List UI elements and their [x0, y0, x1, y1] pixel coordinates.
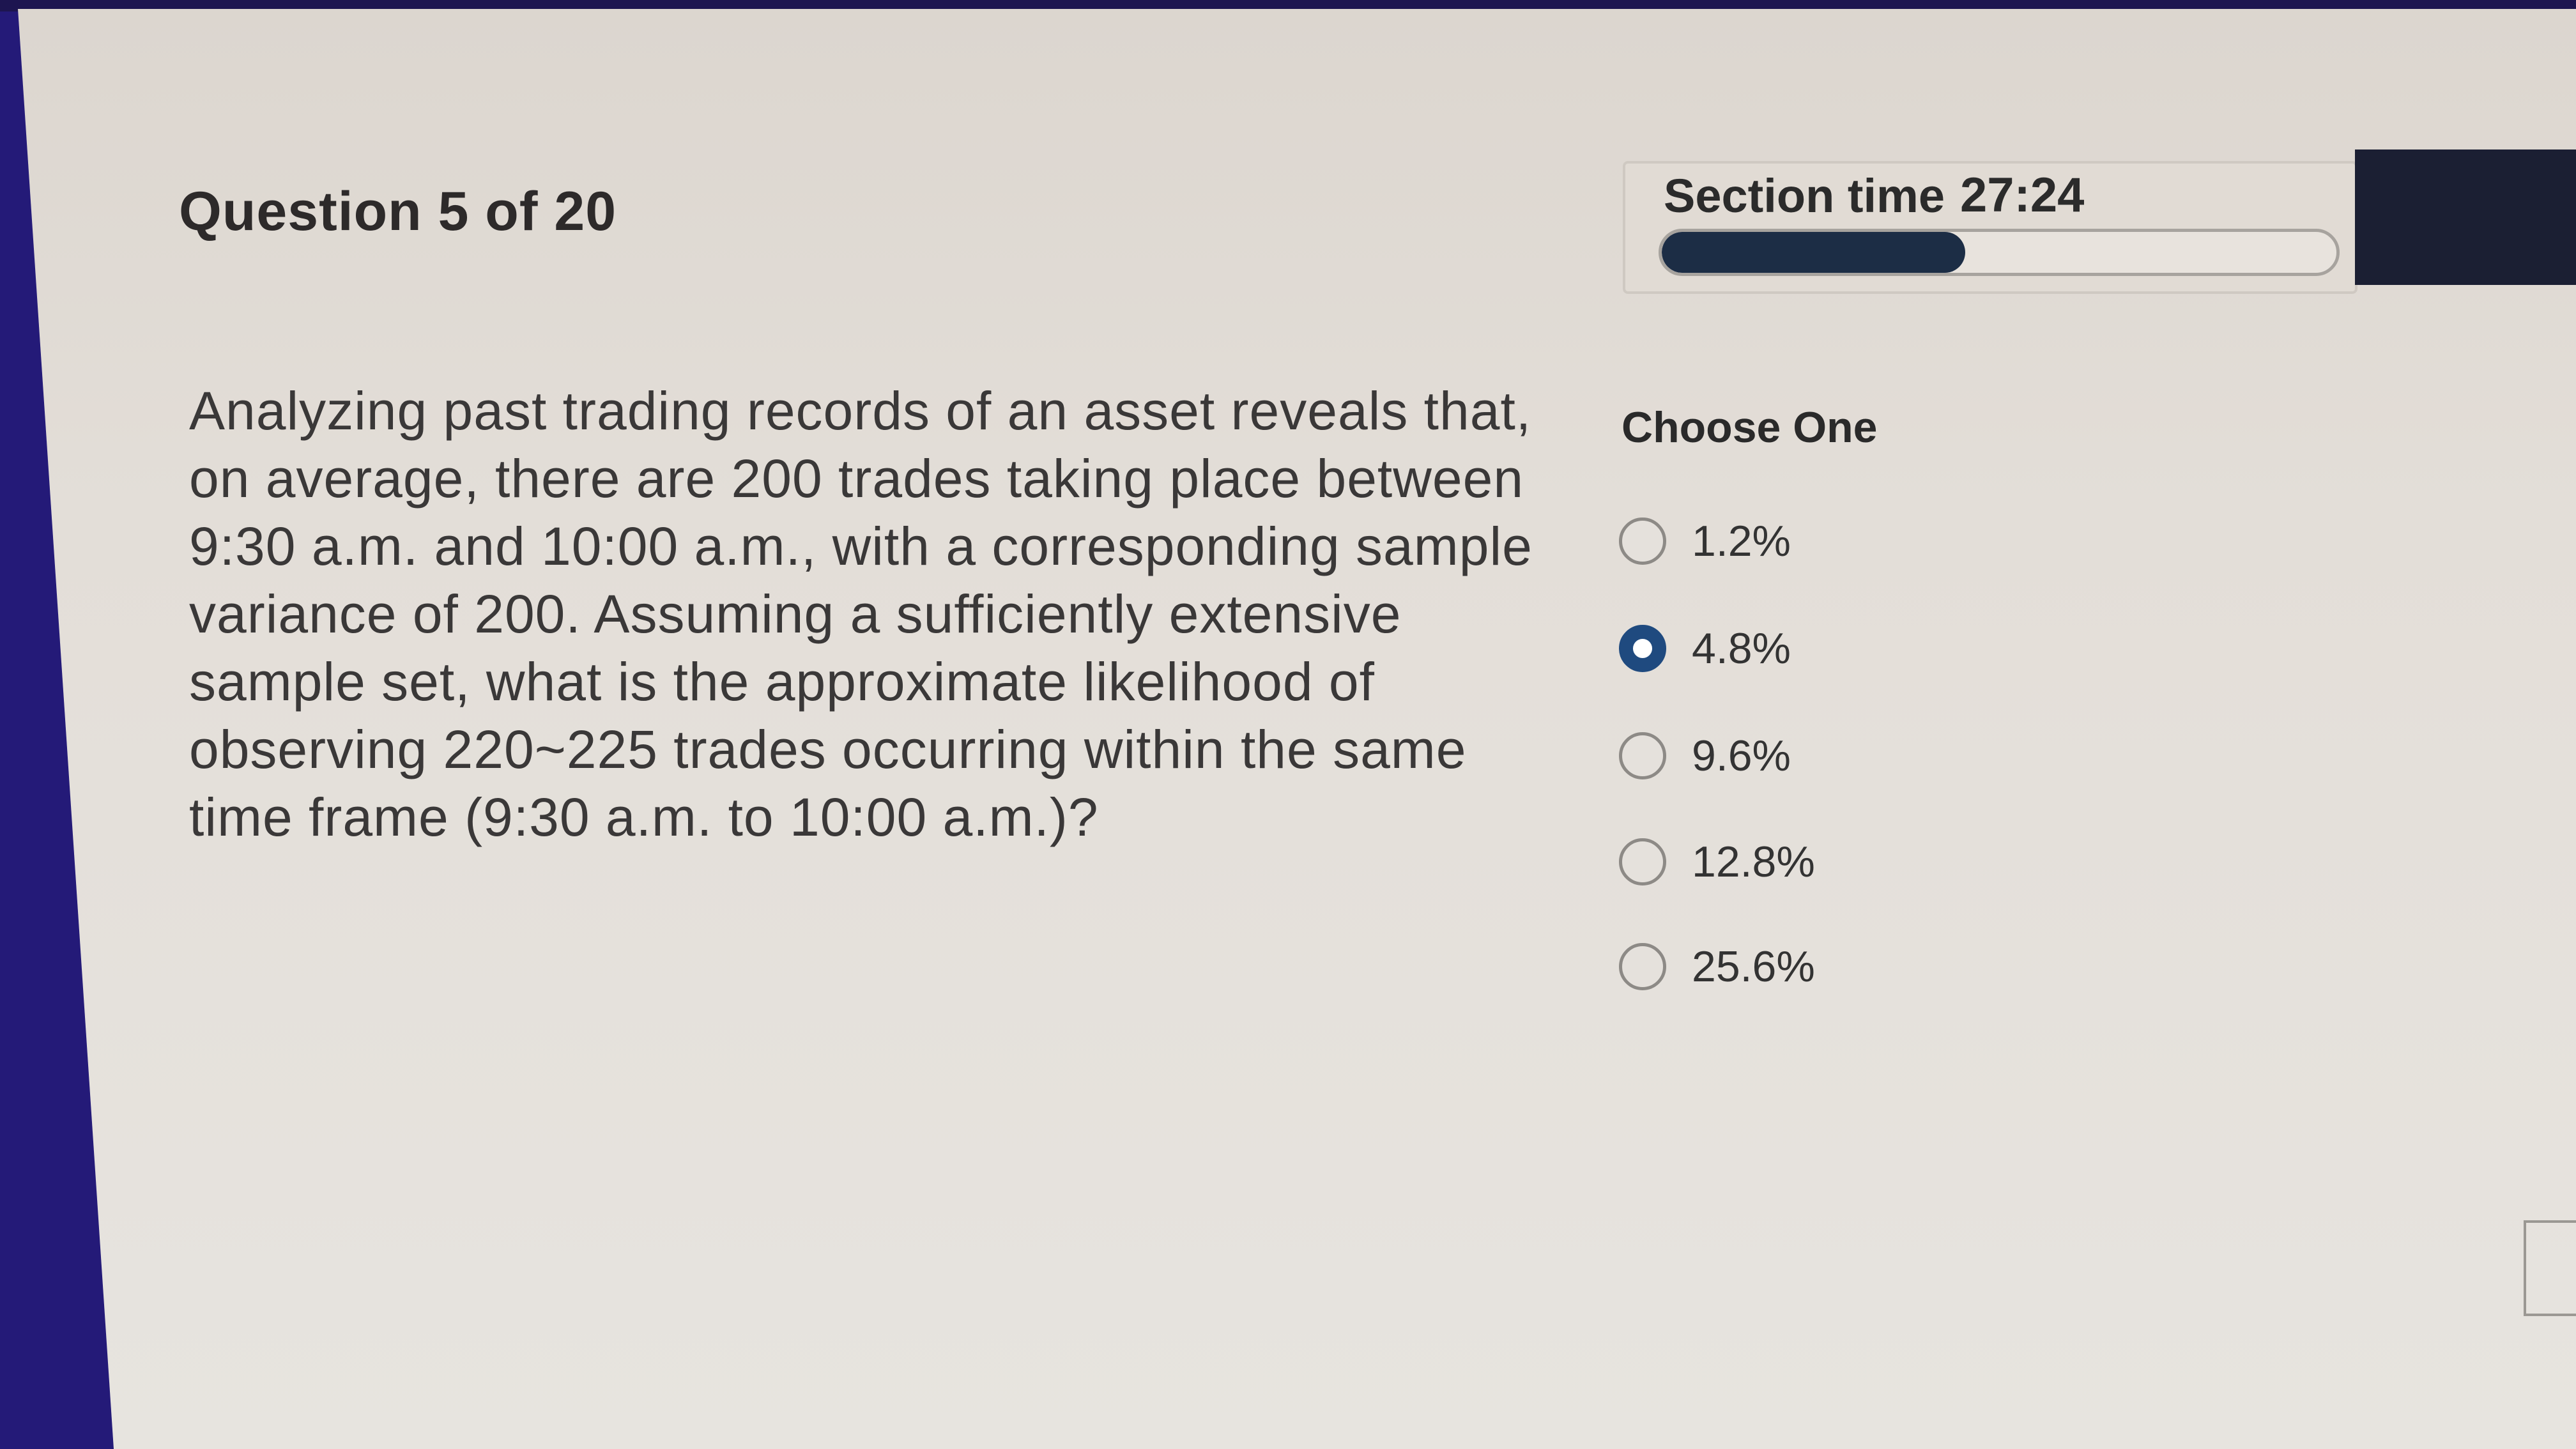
timer-value: 27:24 — [1960, 168, 2085, 222]
header-dark-panel — [2355, 150, 2576, 285]
radio-button[interactable] — [1619, 838, 1666, 885]
answer-option-label: 9.6% — [1692, 732, 1791, 780]
choose-one-label: Choose One — [1621, 403, 1878, 452]
answer-option-label: 1.2% — [1692, 517, 1791, 565]
answer-option-label: 25.6% — [1692, 942, 1815, 991]
radio-button[interactable] — [1619, 518, 1666, 565]
answer-option-label: 4.8% — [1692, 624, 1791, 673]
answer-option[interactable]: 9.6% — [1619, 731, 1791, 781]
section-timer: Section time 27:24 — [1623, 161, 2358, 294]
answer-option[interactable]: 25.6% — [1619, 942, 1815, 992]
answer-option[interactable]: 4.8% — [1619, 624, 1791, 673]
timer-label: Section time — [1664, 169, 1945, 222]
timer-progress-fill — [1662, 232, 1966, 273]
radio-button-selected[interactable] — [1619, 625, 1666, 672]
answer-option[interactable]: 12.8% — [1619, 837, 1815, 887]
radio-button[interactable] — [1619, 732, 1666, 779]
question-counter: Question 5 of 20 — [179, 181, 617, 242]
timer-progress-bar — [1659, 229, 2340, 276]
side-panel-edge — [2524, 1220, 2576, 1316]
answer-option[interactable]: 1.2% — [1619, 516, 1791, 566]
radio-button[interactable] — [1619, 943, 1666, 990]
question-text: Analyzing past trading records of an ass… — [189, 381, 1533, 847]
answer-option-label: 12.8% — [1692, 838, 1815, 886]
